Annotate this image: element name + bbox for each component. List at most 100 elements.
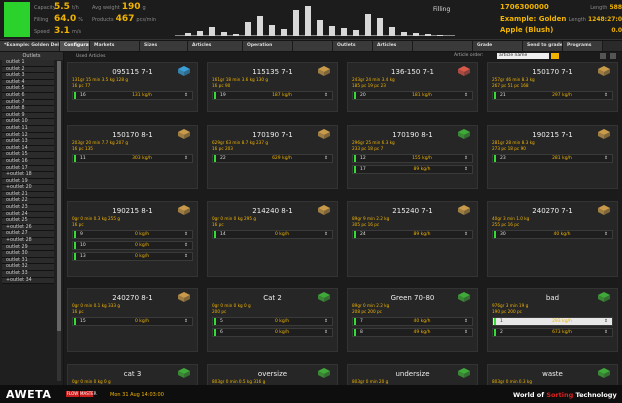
outlet-list-item[interactable]: outlet 15 (2, 152, 54, 159)
grid-view-icon[interactable] (600, 53, 606, 59)
sort-order-select[interactable]: article name (497, 53, 549, 59)
article-card[interactable]: 214240 8-1 0gr 0 min 0 kg 295 g 16 pc 14 0 k… (207, 201, 338, 277)
outlet-list-item[interactable]: outlet 13 (2, 139, 54, 146)
slot-settings-icon[interactable]: ⇕ (324, 93, 332, 98)
outlet-list-item[interactable]: outlet 6 (2, 92, 54, 100)
outlet-slot[interactable]: 12 155 kg/h ⇕ (352, 154, 473, 163)
article-card[interactable]: 095115 7-1 131gr 15 min 3.5 kg 128 g 16 pc… (67, 62, 198, 112)
outlet-list-item[interactable]: outlet 25 (2, 218, 54, 225)
tab-outlets[interactable]: Outlets (333, 41, 373, 51)
outlet-slot[interactable]: 13 0 kg/h ⇕ (72, 252, 193, 261)
slot-settings-icon[interactable]: ⇕ (324, 156, 332, 161)
tab-programs[interactable]: Programs (563, 41, 603, 51)
tab-example-golden-delicious[interactable]: *Example: Golden Delicious (0, 41, 60, 51)
article-card[interactable]: 150170 8-1 203gr 20 min 7.7 kg 207 g 16 pc… (67, 125, 198, 189)
article-stats: 629gr 63 min 8.7 kg 237 g 16 pc 203 (208, 140, 337, 152)
outlet-slot[interactable]: 20 181 kg/h ⇕ (352, 91, 473, 100)
outlet-slot[interactable]: 30 40 kg/h ⇕ (492, 230, 613, 239)
tab-articles[interactable]: Articles (188, 41, 243, 51)
outlet-slot[interactable]: 14 0 kg/h ⇕ (212, 230, 333, 239)
slot-settings-icon[interactable]: ⇕ (464, 330, 472, 335)
article-card[interactable]: 150170 7-1 257gr 46 min 8.3 kg 267 pc 51 p… (487, 62, 618, 112)
outlet-slot[interactable]: 9 0 kg/h ⇕ (72, 230, 193, 239)
outlet-list-item[interactable]: +outlet 34 (2, 277, 54, 285)
tab-configuration[interactable]: Configuration (60, 41, 90, 51)
outlet-slot[interactable]: 22 629 kg/h ⇕ (212, 154, 333, 163)
slot-settings-icon[interactable]: ⇕ (464, 167, 472, 172)
tab-grade[interactable]: Grade (473, 41, 523, 51)
slot-settings-icon[interactable]: ⇕ (184, 319, 192, 324)
outlet-slot[interactable]: 16 131 kg/h ⇕ (72, 91, 193, 100)
outlet-list-item[interactable]: outlet 10 (2, 119, 54, 126)
slot-settings-icon[interactable]: ⇕ (184, 156, 192, 161)
outlet-slot[interactable]: 10 0 kg/h ⇕ (72, 241, 193, 250)
article-card[interactable]: 170190 8-1 296gr 25 min 6.3 kg 233 pc 18 p… (347, 125, 478, 189)
slot-settings-icon[interactable]: ⇕ (604, 330, 612, 335)
outlet-slot[interactable]: 2 673 kg/h ⇕ (492, 328, 613, 337)
slot-settings-icon[interactable]: ⇕ (464, 232, 472, 237)
outlet-slot[interactable]: 21 297 kg/h ⇕ (492, 91, 613, 100)
outlet-list-item[interactable]: outlet 33 (2, 271, 54, 278)
slot-settings-icon[interactable]: ⇕ (324, 232, 332, 237)
tab-sizes[interactable]: Sizes (140, 41, 188, 51)
article-card[interactable]: 136-150 7-1 243gr 24 min 3.4 kg 185 pc 19 … (347, 62, 478, 112)
outlet-list-item[interactable]: +outlet 20 (2, 185, 54, 192)
slot-settings-icon[interactable]: ⇕ (184, 93, 192, 98)
tab-send-to-grader[interactable]: Send to grader (523, 41, 563, 51)
slot-settings-icon[interactable]: ⇕ (604, 232, 612, 237)
article-card[interactable]: bad 976gr 3 min 19 g 190 pc 200 pc 1 293 kg/… (487, 288, 618, 352)
slot-settings-icon[interactable]: ⇕ (464, 93, 472, 98)
outlet-list-item[interactable]: +outlet 18 (2, 172, 54, 179)
article-card[interactable]: 240270 7-1 40gr 3 min 1.0 kg 255 pc 16 pc 3… (487, 201, 618, 277)
article-card[interactable]: 190215 7-1 281gr 28 min 8.3 kg 273 pc 18 p… (487, 125, 618, 189)
slot-settings-icon[interactable]: ⇕ (464, 319, 472, 324)
slot-settings-icon[interactable]: ⇕ (324, 330, 332, 335)
tab-operation[interactable]: Operation (243, 41, 293, 51)
outlet-slot[interactable]: 23 281 kg/h ⇕ (492, 154, 613, 163)
slot-settings-icon[interactable]: ⇕ (604, 93, 612, 98)
slot-settings-icon[interactable]: ⇕ (464, 156, 472, 161)
article-card[interactable]: 115135 7-1 161gr 18 min 3.6 kg 130 g 16 pc… (207, 62, 338, 112)
slot-settings-icon[interactable]: ⇕ (184, 232, 192, 237)
outlet-list-item[interactable]: outlet 1 (2, 60, 54, 67)
tab-empty-6[interactable] (293, 41, 333, 51)
outlet-list-item[interactable]: outlet 32 (2, 264, 54, 271)
sort-direction-button[interactable] (551, 53, 559, 59)
outlet-list-item[interactable]: outlet 5 (2, 86, 54, 93)
outlet-slot[interactable]: 5 0 kg/h ⇕ (212, 317, 333, 326)
outlet-slot[interactable]: 6 0 kg/h ⇕ (212, 328, 333, 337)
outlet-slot[interactable]: 19 187 kg/h ⇕ (212, 91, 333, 100)
tab-empty-9[interactable] (413, 41, 473, 51)
outlet-slot[interactable]: 24 89 kg/h ⇕ (352, 230, 473, 239)
outlet-list-scrollbar[interactable] (57, 61, 61, 381)
slot-settings-icon[interactable]: ⇕ (184, 254, 192, 259)
slot-settings-icon[interactable]: ⇕ (184, 243, 192, 248)
outlet-list-item[interactable]: outlet 16 (2, 158, 54, 166)
outlet-slot[interactable]: 7 40 kg/h ⇕ (352, 317, 473, 326)
tab-markets[interactable]: Markets (90, 41, 140, 51)
outlet-slot[interactable]: 1 293 kg/h ⇕ (492, 317, 613, 326)
outlet-slot[interactable]: 15 0 kg/h ⇕ (72, 317, 193, 326)
article-card[interactable]: 215240 7-1 89gr 9 min 2.2 kg 305 pc 16 pc 2… (347, 201, 478, 277)
outlet-slot[interactable]: 17 89 kg/h ⇕ (352, 165, 473, 174)
article-card[interactable]: 170190 7-1 629gr 63 min 8.7 kg 237 g 16 pc… (207, 125, 338, 189)
outlet-list-item[interactable]: outlet 8 (2, 106, 54, 113)
outlet-list-item[interactable]: outlet 3 (2, 73, 54, 80)
outlet-slot[interactable]: 8 49 kg/h ⇕ (352, 328, 473, 337)
list-view-icon[interactable] (610, 53, 616, 59)
article-card[interactable]: 190215 8-1 0gr 0 min 0.3 kg 255 g 16 pc 9 0 … (67, 201, 198, 277)
article-card[interactable]: Cat 2 0gr 0 min 0 kg 0 g 200 pc 5 0 kg/h ⇕ 6 0 … (207, 288, 338, 352)
outlet-list-item[interactable]: +outlet 28 (2, 238, 54, 245)
slot-settings-icon[interactable]: ⇕ (324, 319, 332, 324)
article-stats-line-2: 255 pc 16 pc (492, 221, 520, 227)
outlet-list-item[interactable]: outlet 23 (2, 205, 54, 212)
scrollbar-thumb[interactable] (57, 61, 61, 331)
article-card[interactable]: Green 70-80 89gr 0 min 2.2 kg 208 pc 200 p… (347, 288, 478, 352)
slot-settings-icon[interactable]: ⇕ (604, 319, 612, 324)
slot-settings-icon[interactable]: ⇕ (604, 156, 612, 161)
tab-articles[interactable]: Articles (373, 41, 413, 51)
outlet-slot[interactable]: 11 303 kg/h ⇕ (72, 154, 193, 163)
article-card[interactable]: 240270 8-1 0gr 0 min 0.1 kg 333 g 16 pc 15 0… (67, 288, 198, 352)
outlet-list-item[interactable]: outlet 11 (2, 125, 54, 133)
outlet-list-item[interactable]: outlet 30 (2, 251, 54, 258)
